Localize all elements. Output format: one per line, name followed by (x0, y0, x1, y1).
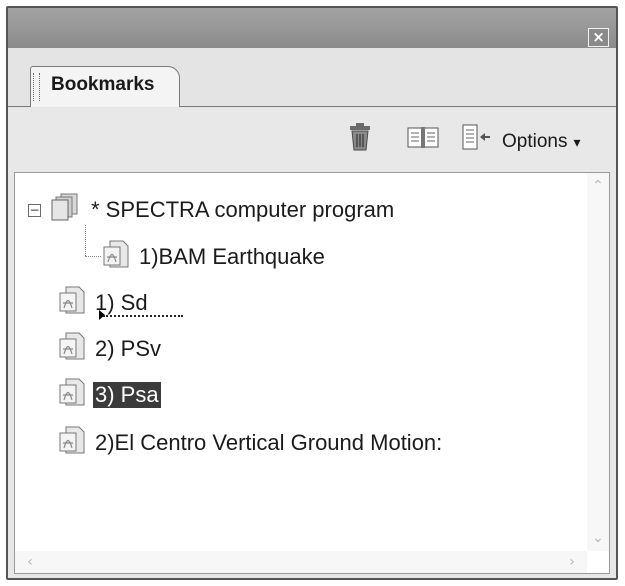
bookmark-label: 1)BAM Earthquake (139, 244, 325, 269)
chevron-down-icon: ▾ (573, 133, 581, 150)
bookmark-label: 3) Psa (93, 382, 161, 408)
open-book-icon[interactable] (406, 122, 440, 152)
vertical-scrollbar[interactable]: ⌃ ⌄ (587, 173, 609, 551)
tab-bookmarks[interactable]: Bookmarks (30, 66, 180, 107)
bookmark-label: 2) PSv (95, 336, 162, 361)
bookmark-item-psa[interactable]: 3) Psa (59, 378, 161, 412)
bookmarks-toolbar: Options ▾ (8, 108, 616, 172)
scroll-right-icon[interactable]: › (563, 553, 581, 571)
bookmark-tree: − * SPECTRA computer program 1)BAM Earth… (14, 172, 610, 574)
trash-icon[interactable] (346, 122, 374, 152)
panel-title-bar[interactable]: × (8, 8, 616, 49)
bookmarks-panel: × Bookmarks Options ▾ − * SPECTRA comput… (6, 6, 618, 580)
tab-strip: Bookmarks (8, 48, 616, 108)
bookmark-item-psv[interactable]: 2) PSv (59, 332, 163, 366)
tab-bookmarks-label: Bookmarks (51, 74, 155, 95)
bookmark-page-icon (103, 240, 129, 274)
options-label: Options (502, 131, 568, 152)
bookmark-page-icon (59, 426, 85, 460)
close-icon[interactable]: × (588, 28, 609, 47)
bookmark-label: * SPECTRA computer program (91, 197, 395, 222)
bookmark-item-el-centro[interactable]: 2)El Centro Vertical Ground Motion: (59, 426, 444, 460)
bookmark-page-icon (59, 332, 85, 366)
scroll-left-icon[interactable]: ‹ (21, 553, 39, 571)
horizontal-scrollbar[interactable]: ‹ › (15, 551, 587, 573)
bookmark-item-spectra[interactable]: * SPECTRA computer program (51, 193, 396, 227)
tab-grip-handle[interactable] (33, 73, 40, 101)
tree-connector-vertical (85, 225, 86, 256)
bookmark-label: 2)El Centro Vertical Ground Motion: (95, 430, 443, 455)
scroll-down-icon[interactable]: ⌄ (589, 529, 607, 547)
tree-connector-horizontal (85, 256, 101, 257)
edit-underline (103, 315, 183, 317)
collapse-toggle[interactable]: − (28, 204, 41, 217)
bookmark-page-icon (59, 378, 85, 412)
scroll-up-icon[interactable]: ⌃ (589, 177, 607, 195)
options-menu-button[interactable]: Options ▾ (502, 131, 581, 153)
page-arrow-icon[interactable] (460, 122, 492, 152)
bookmark-page-icon (59, 286, 85, 320)
document-stack-icon (51, 193, 81, 227)
bookmark-item-bam-earthquake[interactable]: 1)BAM Earthquake (103, 240, 327, 274)
